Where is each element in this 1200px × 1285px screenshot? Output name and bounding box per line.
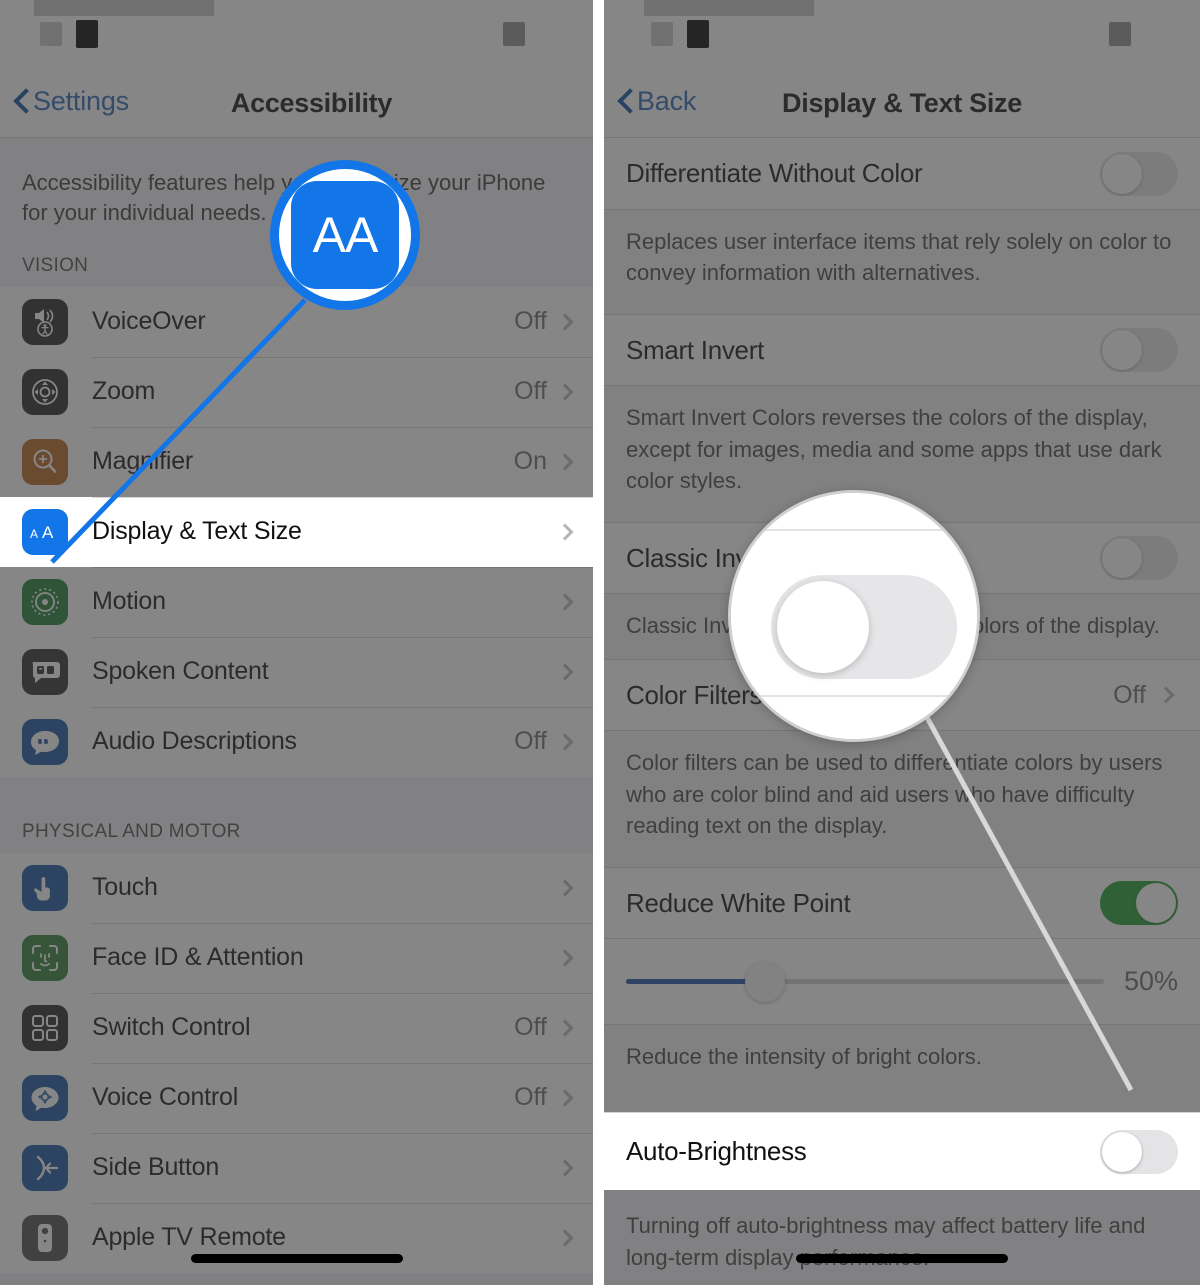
callout-icon-glyph: AA	[312, 207, 379, 263]
display-text-size-icon: AA	[291, 181, 399, 289]
auto-brightness-toggle-callout	[728, 490, 980, 742]
screenshot-stage: Settings Accessibility Accessibility fea…	[0, 0, 1200, 1285]
right-callout-pointer	[909, 688, 1134, 1092]
magnified-toggle-knob	[777, 581, 869, 673]
home-indicator	[190, 1254, 403, 1263]
callout-separator-bottom	[731, 695, 977, 697]
magnified-toggle[interactable]	[771, 575, 957, 679]
display-text-size-callout: AA	[270, 160, 420, 310]
callout-separator-top	[731, 529, 977, 531]
home-indicator	[796, 1254, 1008, 1263]
